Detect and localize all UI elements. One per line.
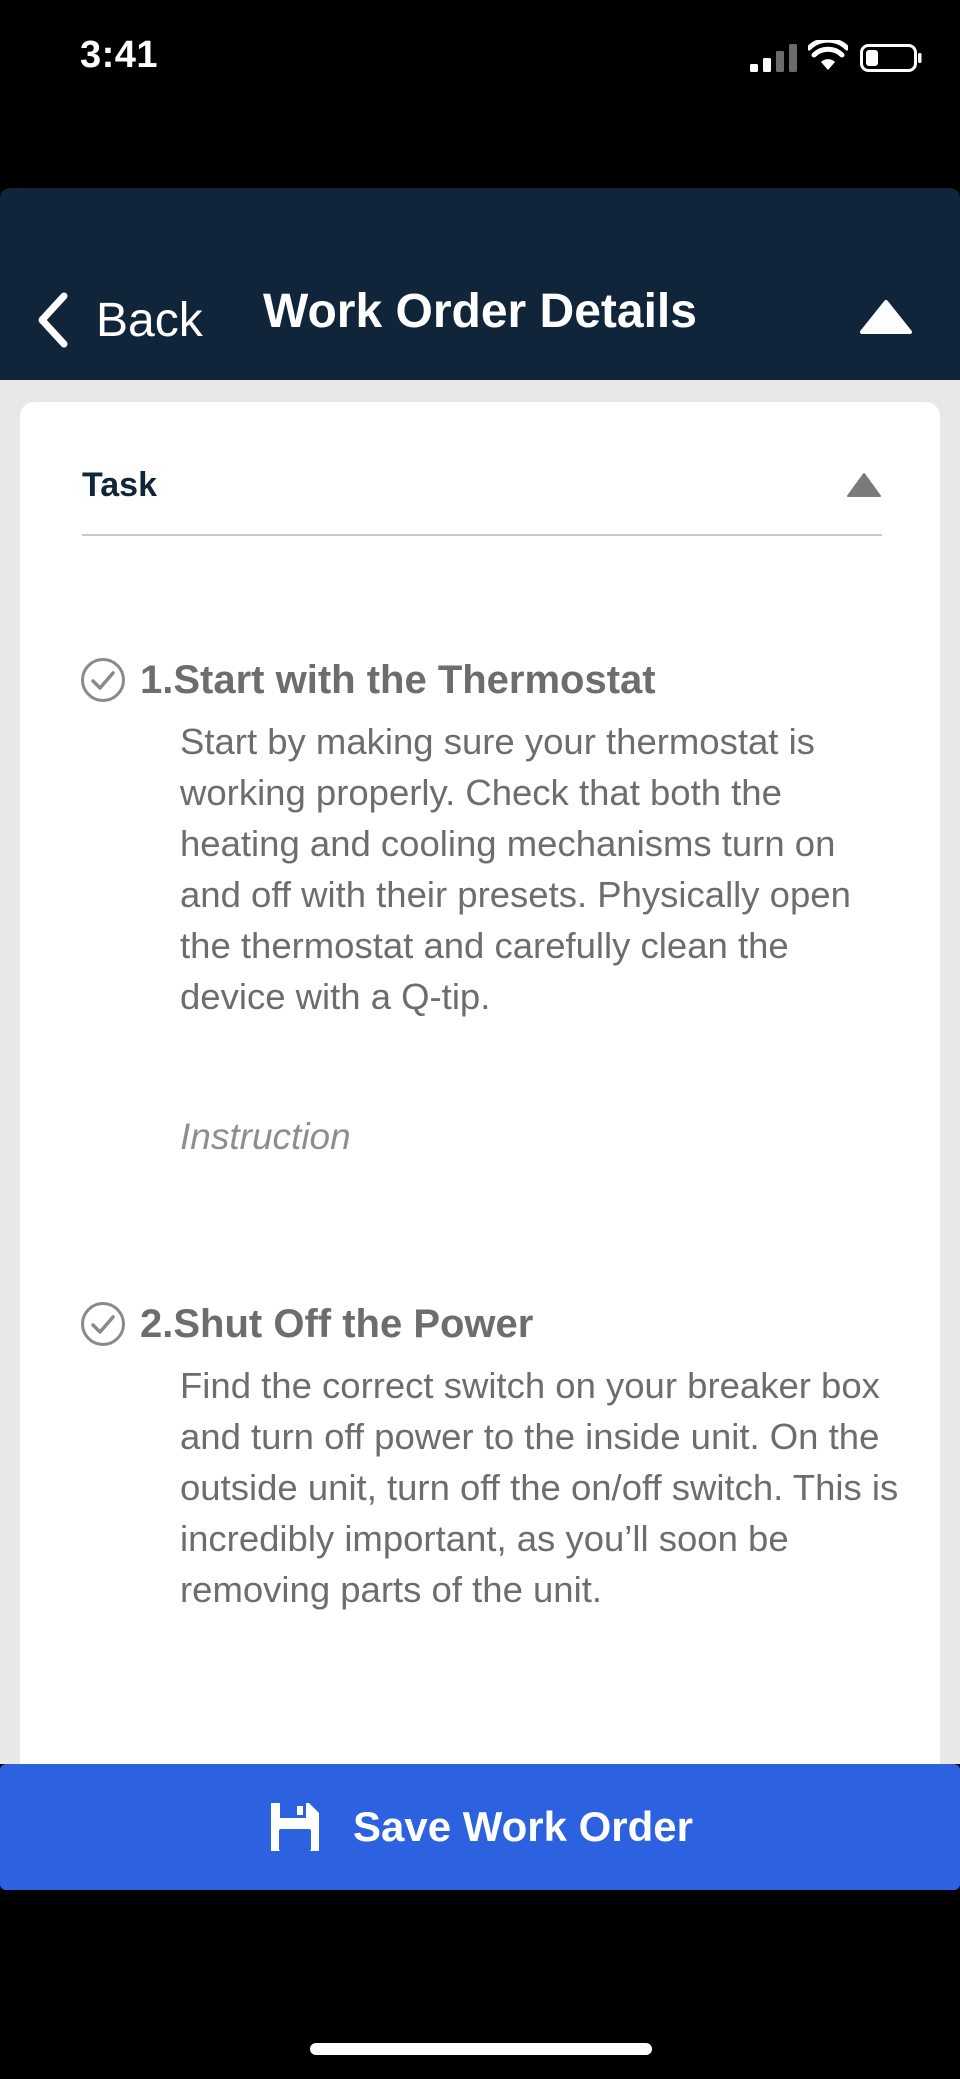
task-item: 1.Start with the Thermostat Start by mak…	[80, 652, 900, 1022]
triangle-up-icon[interactable]	[846, 472, 882, 498]
floppy-disk-icon	[270, 1803, 319, 1851]
status-time: 3:41	[80, 34, 159, 76]
task-section-header[interactable]: Task	[82, 462, 882, 536]
task-title: 2.Shut Off the Power	[140, 1301, 534, 1346]
wifi-icon	[808, 40, 848, 70]
save-label: Save Work Order	[352, 1803, 694, 1850]
cellular-signal-icon	[750, 44, 797, 72]
instruction-input[interactable]: Instruction	[180, 1116, 351, 1158]
status-bar: 3:41	[0, 0, 960, 120]
task-header: 2.Shut Off the Power	[80, 1296, 900, 1352]
task-description: Find the correct switch on your breaker …	[180, 1365, 899, 1610]
home-indicator	[310, 2043, 652, 2055]
page-title: Work Order Details	[263, 285, 697, 338]
navigation-header: Back Work Order Details	[0, 188, 960, 380]
content-area[interactable]: Task 1.Start with the Thermostat Start b…	[0, 380, 960, 1764]
task-title: 1.Start with the Thermostat	[140, 657, 656, 702]
task-description: Start by making sure your thermostat is …	[180, 721, 851, 1017]
check-circle-icon[interactable]	[80, 657, 126, 703]
task-card: Task 1.Start with the Thermostat Start b…	[20, 402, 940, 1764]
save-work-order-button[interactable]: Save Work Order	[0, 1764, 960, 1890]
triangle-up-icon[interactable]	[858, 298, 914, 338]
check-circle-icon[interactable]	[80, 1301, 126, 1347]
task-header: 1.Start with the Thermostat	[80, 652, 900, 708]
task-item: 2.Shut Off the Power Find the correct sw…	[80, 1296, 900, 1615]
section-title: Task	[82, 466, 157, 504]
battery-icon	[860, 44, 922, 72]
